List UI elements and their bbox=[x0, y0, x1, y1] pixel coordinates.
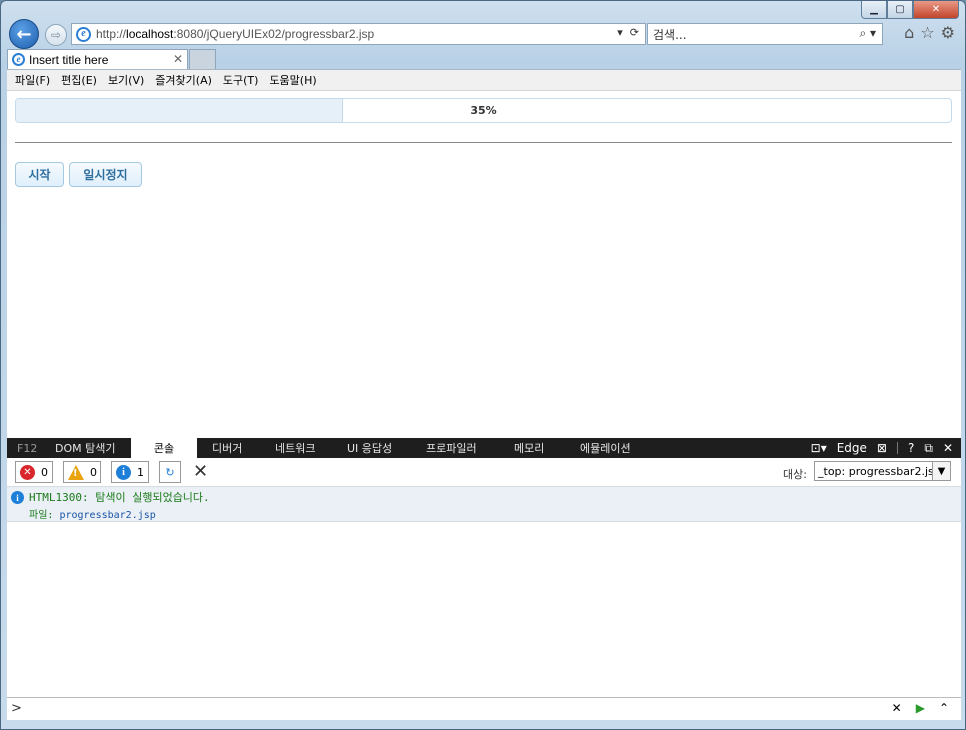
navigation-bar: ← ⇨ e http://localhost:8080/jQueryUIEx02… bbox=[7, 19, 961, 49]
undock-icon[interactable]: ⧉ bbox=[924, 441, 933, 456]
tab-dom-explorer[interactable]: DOM 탐색기 bbox=[55, 438, 115, 458]
clear-console-icon[interactable]: ✕ bbox=[193, 461, 208, 482]
error-count: 0 bbox=[41, 465, 48, 479]
menu-edit[interactable]: 편집(E) bbox=[57, 72, 104, 88]
info-filter-button[interactable]: i 1 bbox=[111, 461, 149, 483]
tab-network[interactable]: 네트워크 bbox=[275, 438, 315, 458]
window-controls: ▁ ▢ ✕ bbox=[861, 1, 959, 19]
clear-on-navigate-icon: ↻ bbox=[165, 465, 175, 479]
tab-console[interactable]: 콘솔 bbox=[131, 438, 197, 458]
dropdown-arrow-icon[interactable]: ▾ bbox=[617, 26, 623, 39]
tab-strip: e Insert title here ✕ bbox=[7, 49, 961, 69]
info-message-icon: i bbox=[11, 491, 24, 504]
progress-label: 35% bbox=[470, 104, 497, 117]
gear-icon[interactable]: ⚙ bbox=[941, 23, 955, 42]
console-prompt: > bbox=[11, 701, 22, 716]
error-filter-button[interactable]: ✕ 0 bbox=[15, 461, 53, 483]
search-placeholder: 검색... bbox=[653, 27, 687, 42]
menu-help[interactable]: 도움말(H) bbox=[265, 72, 323, 88]
tab-close-icon[interactable]: ✕ bbox=[173, 52, 183, 66]
menu-view[interactable]: 보기(V) bbox=[104, 72, 151, 88]
search-icon[interactable]: ⌕ ▾ bbox=[859, 26, 876, 41]
address-tools: ▾ ⟳ bbox=[617, 26, 639, 39]
menu-file[interactable]: 파일(F) bbox=[11, 72, 57, 88]
tab-ui-responsiveness[interactable]: UI 응답성 bbox=[347, 438, 392, 458]
devtools-f12-label: F12 bbox=[17, 441, 38, 455]
back-arrow-icon: ← bbox=[16, 23, 32, 45]
file-label: 파일: bbox=[29, 510, 54, 521]
back-button[interactable]: ← bbox=[9, 19, 39, 49]
error-icon: ✕ bbox=[20, 464, 35, 480]
info-count: 1 bbox=[137, 465, 144, 479]
url-path: :8080/jQueryUIEx02/progressbar2.jsp bbox=[173, 27, 375, 41]
warning-count: 0 bbox=[90, 465, 97, 479]
help-icon[interactable]: ? bbox=[908, 441, 914, 455]
console-message-text: HTML1300: 탐색이 실행되었습니다. bbox=[29, 491, 210, 504]
search-box[interactable]: 검색... ⌕ ▾ bbox=[647, 23, 883, 45]
clear-on-navigate-button[interactable]: ↻ bbox=[159, 461, 181, 483]
console-input-tools: ✕ ▶ ⌃ bbox=[892, 701, 949, 715]
url-scheme: http:// bbox=[96, 27, 127, 41]
forward-button[interactable]: ⇨ bbox=[45, 24, 67, 46]
browser-tab[interactable]: e Insert title here ✕ bbox=[7, 49, 188, 69]
warning-filter-button[interactable]: ! 0 bbox=[63, 461, 101, 483]
refresh-icon[interactable]: ⟳ bbox=[626, 26, 639, 39]
devtools-tab-bar: F12 DOM 탐색기 콘솔 디버거 네트워크 UI 응답성 프로파일러 메모리… bbox=[7, 438, 961, 458]
url-host: localhost bbox=[126, 27, 174, 41]
ie-page-icon: e bbox=[76, 26, 91, 42]
menu-bar: 파일(F) 편집(E) 보기(V) 즐겨찾기(A) 도구(T) 도움말(H) bbox=[7, 69, 961, 91]
tab-title: Insert title here bbox=[29, 52, 109, 67]
tab-memory[interactable]: 메모리 bbox=[514, 438, 544, 458]
favorites-star-icon[interactable]: ☆ bbox=[920, 23, 934, 42]
console-toggle-icon[interactable]: ⊠ bbox=[877, 441, 887, 455]
pause-button[interactable]: 일시정지 bbox=[69, 162, 142, 187]
tab-debugger[interactable]: 디버거 bbox=[212, 438, 242, 458]
browser-tools: ⌂ ☆ ⚙ bbox=[904, 23, 955, 42]
url-text: http://localhost:8080/jQueryUIEx02/progr… bbox=[96, 27, 374, 41]
file-link[interactable]: progressbar2.jsp bbox=[59, 510, 155, 521]
console-message: i HTML1300: 탐색이 실행되었습니다. 파일: progressbar… bbox=[7, 486, 961, 522]
maximize-button[interactable]: ▢ bbox=[887, 1, 913, 19]
console-toolbar: ✕ 0 ! 0 i 1 ↻ ✕ 대상: _top: progressbar2.j… bbox=[7, 458, 961, 486]
close-devtools-icon[interactable]: ✕ bbox=[943, 441, 953, 455]
forward-arrow-icon: ⇨ bbox=[50, 28, 62, 42]
run-icon[interactable]: ▶ bbox=[916, 701, 925, 715]
home-icon[interactable]: ⌂ bbox=[904, 23, 914, 42]
warning-icon: ! bbox=[68, 464, 84, 480]
target-value: _top: progressbar2.jsp bbox=[818, 464, 941, 478]
page-content: 35% 시작 일시정지 bbox=[7, 91, 961, 438]
close-window-button[interactable]: ✕ bbox=[913, 1, 959, 19]
menu-tools[interactable]: 도구(T) bbox=[219, 72, 266, 88]
horizontal-rule bbox=[15, 142, 952, 143]
devtools-right-tools: ⊡▾ Edge ⊠ ? ⧉ ✕ bbox=[811, 438, 953, 458]
tab-emulation[interactable]: 에뮬레이션 bbox=[580, 438, 631, 458]
info-icon: i bbox=[116, 464, 131, 480]
separator bbox=[896, 442, 898, 454]
console-message-file: 파일: progressbar2.jsp bbox=[29, 506, 156, 521]
progress-bar: 35% bbox=[15, 98, 952, 123]
expand-icon[interactable]: ⌃ bbox=[939, 701, 949, 715]
clear-input-icon[interactable]: ✕ bbox=[892, 701, 902, 715]
target-label: 대상: bbox=[783, 468, 807, 481]
start-button[interactable]: 시작 bbox=[15, 162, 64, 187]
ie-tab-icon: e bbox=[12, 53, 25, 66]
address-bar[interactable]: e http://localhost:8080/jQueryUIEx02/pro… bbox=[71, 23, 646, 45]
browser-window: ▁ ▢ ✕ ← ⇨ e http://localhost:8080/jQuery… bbox=[0, 0, 966, 730]
developer-tools: F12 DOM 탐색기 콘솔 디버거 네트워크 UI 응답성 프로파일러 메모리… bbox=[7, 438, 961, 720]
minimize-button[interactable]: ▁ bbox=[861, 1, 887, 19]
new-tab-button[interactable] bbox=[189, 49, 216, 69]
device-icon[interactable]: ⊡▾ bbox=[811, 441, 827, 455]
menu-favorites[interactable]: 즐겨찾기(A) bbox=[151, 72, 219, 88]
document-mode-label[interactable]: Edge bbox=[837, 441, 867, 455]
chevron-down-icon: ▼ bbox=[932, 462, 950, 480]
tab-profiler[interactable]: 프로파일러 bbox=[426, 438, 477, 458]
console-input-row[interactable]: > ✕ ▶ ⌃ bbox=[7, 697, 961, 720]
target-select[interactable]: _top: progressbar2.jsp ▼ bbox=[814, 461, 951, 481]
